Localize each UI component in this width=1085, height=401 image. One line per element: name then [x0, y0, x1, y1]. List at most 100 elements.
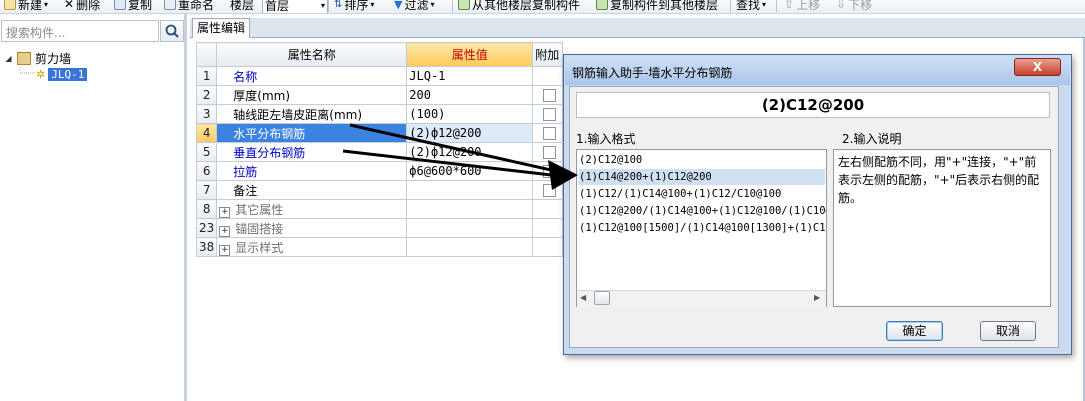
expand-icon[interactable]: +	[219, 206, 231, 218]
list-item[interactable]: (1)C12@100[1500]/(1)C14@100[1300]+(1)C12…	[579, 220, 826, 236]
property-name-cell[interactable]: 备注	[216, 180, 408, 200]
table-row[interactable]: 1 名称 JLQ-1	[195, 66, 564, 86]
rename-button[interactable]: 重命名	[164, 0, 214, 12]
delete-button[interactable]: ✕ 删除	[64, 0, 100, 12]
table-row-group[interactable]: 38 + 显示样式	[195, 237, 564, 257]
extra-cell[interactable]	[532, 180, 564, 200]
list-item[interactable]: (1)C12@200/(1)C14@100+(1)C12@100/(1)C10@…	[579, 203, 826, 219]
explain-section-label: 2.输入说明	[842, 132, 902, 146]
property-name: 轴线距左墙皮距离(mm)	[233, 107, 363, 122]
extra-cell	[532, 218, 564, 238]
list-item[interactable]: (2)C12@100	[579, 152, 642, 168]
property-group-cell[interactable]: + 锚固搭接	[216, 218, 408, 238]
move-up-button[interactable]: ⇧ 上移	[784, 0, 820, 12]
copy-to-label: 复制构件到其他楼层	[610, 0, 719, 12]
property-group-cell[interactable]: + 其它属性	[216, 199, 408, 219]
property-name-cell[interactable]: 垂直分布钢筋	[216, 142, 408, 162]
cancel-button[interactable]: 取消	[980, 321, 1036, 341]
rename-icon	[164, 0, 176, 10]
find-label: 查找	[736, 0, 761, 12]
column-header-extra[interactable]: 附加	[532, 42, 564, 67]
scroll-right-icon[interactable]: ▶	[814, 293, 820, 302]
ok-button[interactable]: 确定	[886, 321, 943, 341]
table-row[interactable]: 5 垂直分布钢筋 (2)ф12@200	[195, 142, 564, 162]
extra-checkbox[interactable]	[543, 184, 557, 197]
property-value-cell[interactable]: ф6@600*600	[406, 161, 534, 181]
table-row-selected[interactable]: 4 水平分布钢筋 (2)ф12@200	[195, 123, 564, 143]
table-row[interactable]: 7 备注	[195, 180, 564, 200]
extra-checkbox[interactable]	[543, 108, 557, 121]
property-name: 拉筋	[233, 164, 258, 179]
chevron-down-icon: ▾	[320, 0, 325, 10]
property-name-cell[interactable]: 名称	[216, 66, 408, 86]
extra-checkbox[interactable]	[543, 165, 557, 178]
search-input[interactable]: 搜索构件...	[1, 20, 159, 42]
property-name-cell[interactable]: 水平分布钢筋	[216, 123, 408, 143]
copy-from-label: 从其他楼层复制构件	[472, 0, 581, 12]
row-number: 1	[195, 66, 218, 86]
rename-label: 重命名	[178, 0, 215, 12]
toolbar-divider	[730, 0, 731, 12]
extra-cell[interactable]	[532, 123, 564, 143]
delete-label: 删除	[76, 0, 101, 12]
extra-cell	[532, 66, 564, 86]
property-value-cell	[406, 218, 534, 238]
property-value-cell[interactable]: (100)	[406, 104, 534, 124]
copy-from-floor-button[interactable]: 从其他楼层复制构件	[458, 0, 580, 12]
tree-node-label: JLQ-1	[48, 67, 88, 81]
property-group-name: 锚固搭接	[235, 221, 284, 236]
format-list[interactable]: (2)C12@100 (1)C14@200+(1)C12@200 (1)C12/…	[576, 149, 827, 307]
tab-property-edit[interactable]: 属性编辑	[192, 18, 250, 38]
find-button[interactable]: 查找 ▾	[736, 0, 766, 12]
close-button[interactable]: X	[1014, 58, 1061, 76]
property-name-cell[interactable]: 轴线距左墙皮距离(mm)	[216, 104, 408, 124]
property-value-cell[interactable]	[406, 180, 534, 200]
extra-cell[interactable]	[532, 142, 564, 162]
copy-button[interactable]: 复制	[114, 0, 152, 12]
extra-cell[interactable]	[532, 104, 564, 124]
column-header-value[interactable]: 属性值	[406, 42, 534, 67]
grid-corner	[195, 42, 218, 67]
property-value-cell[interactable]: (2)ф12@200	[406, 142, 534, 162]
copy-from-icon	[458, 0, 470, 10]
table-row[interactable]: 6 拉筋 ф6@600*600	[195, 161, 564, 181]
extra-checkbox[interactable]	[543, 89, 557, 102]
expand-icon[interactable]: +	[219, 244, 231, 256]
filter-button[interactable]: ▼ 过滤 ▾	[394, 0, 435, 12]
extra-checkbox[interactable]	[543, 127, 557, 140]
panel-splitter[interactable]	[184, 14, 187, 401]
tree-connector-lines	[20, 58, 35, 74]
tree-node-jlq-1[interactable]: ✲ JLQ-1	[36, 66, 88, 82]
row-number: 8	[195, 199, 218, 219]
table-row[interactable]: 3 轴线距左墙皮距离(mm) (100)	[195, 104, 564, 124]
extra-cell	[532, 199, 564, 219]
list-item-selected[interactable]: (1)C14@200+(1)C12@200	[579, 169, 825, 185]
search-button[interactable]	[160, 20, 184, 42]
column-header-name[interactable]: 属性名称	[216, 42, 408, 67]
property-name-cell[interactable]: 拉筋	[216, 161, 408, 181]
expand-icon[interactable]: +	[219, 225, 231, 237]
collapse-icon[interactable]: ◢	[4, 54, 13, 63]
horizontal-scrollbar[interactable]	[577, 290, 826, 307]
floor-select[interactable]: 首层 ▾	[262, 0, 328, 13]
list-item[interactable]: (1)C12/(1)C14@100+(1)C12/C10@100	[579, 186, 781, 202]
property-value-cell[interactable]: JLQ-1	[406, 66, 534, 86]
sort-button[interactable]: ⇅ 排序 ▾	[334, 0, 374, 12]
extra-cell[interactable]	[532, 85, 564, 105]
extra-checkbox[interactable]	[543, 146, 557, 159]
table-row-group[interactable]: 23 + 锚固搭接	[195, 218, 564, 238]
property-value-cell[interactable]: (2)ф12@200	[406, 123, 534, 143]
scrollbar-thumb[interactable]	[594, 291, 610, 305]
move-down-button[interactable]: ⇩ 下移	[836, 0, 872, 12]
scroll-left-icon[interactable]: ◀	[580, 293, 586, 302]
property-name-cell[interactable]: 厚度(mm)	[216, 85, 408, 105]
table-row[interactable]: 2 厚度(mm) 200	[195, 85, 564, 105]
table-row-group[interactable]: 8 + 其它属性	[195, 199, 564, 219]
new-button[interactable]: 新建 ▾	[4, 0, 48, 12]
property-group-cell[interactable]: + 显示样式	[216, 237, 408, 257]
copy-to-floor-button[interactable]: 复制构件到其他楼层	[596, 0, 718, 12]
property-value-cell[interactable]: 200	[406, 85, 534, 105]
extra-cell[interactable]	[532, 161, 564, 181]
copy-to-icon	[596, 0, 608, 10]
formula-input[interactable]: (2)C12@200	[576, 92, 1050, 118]
